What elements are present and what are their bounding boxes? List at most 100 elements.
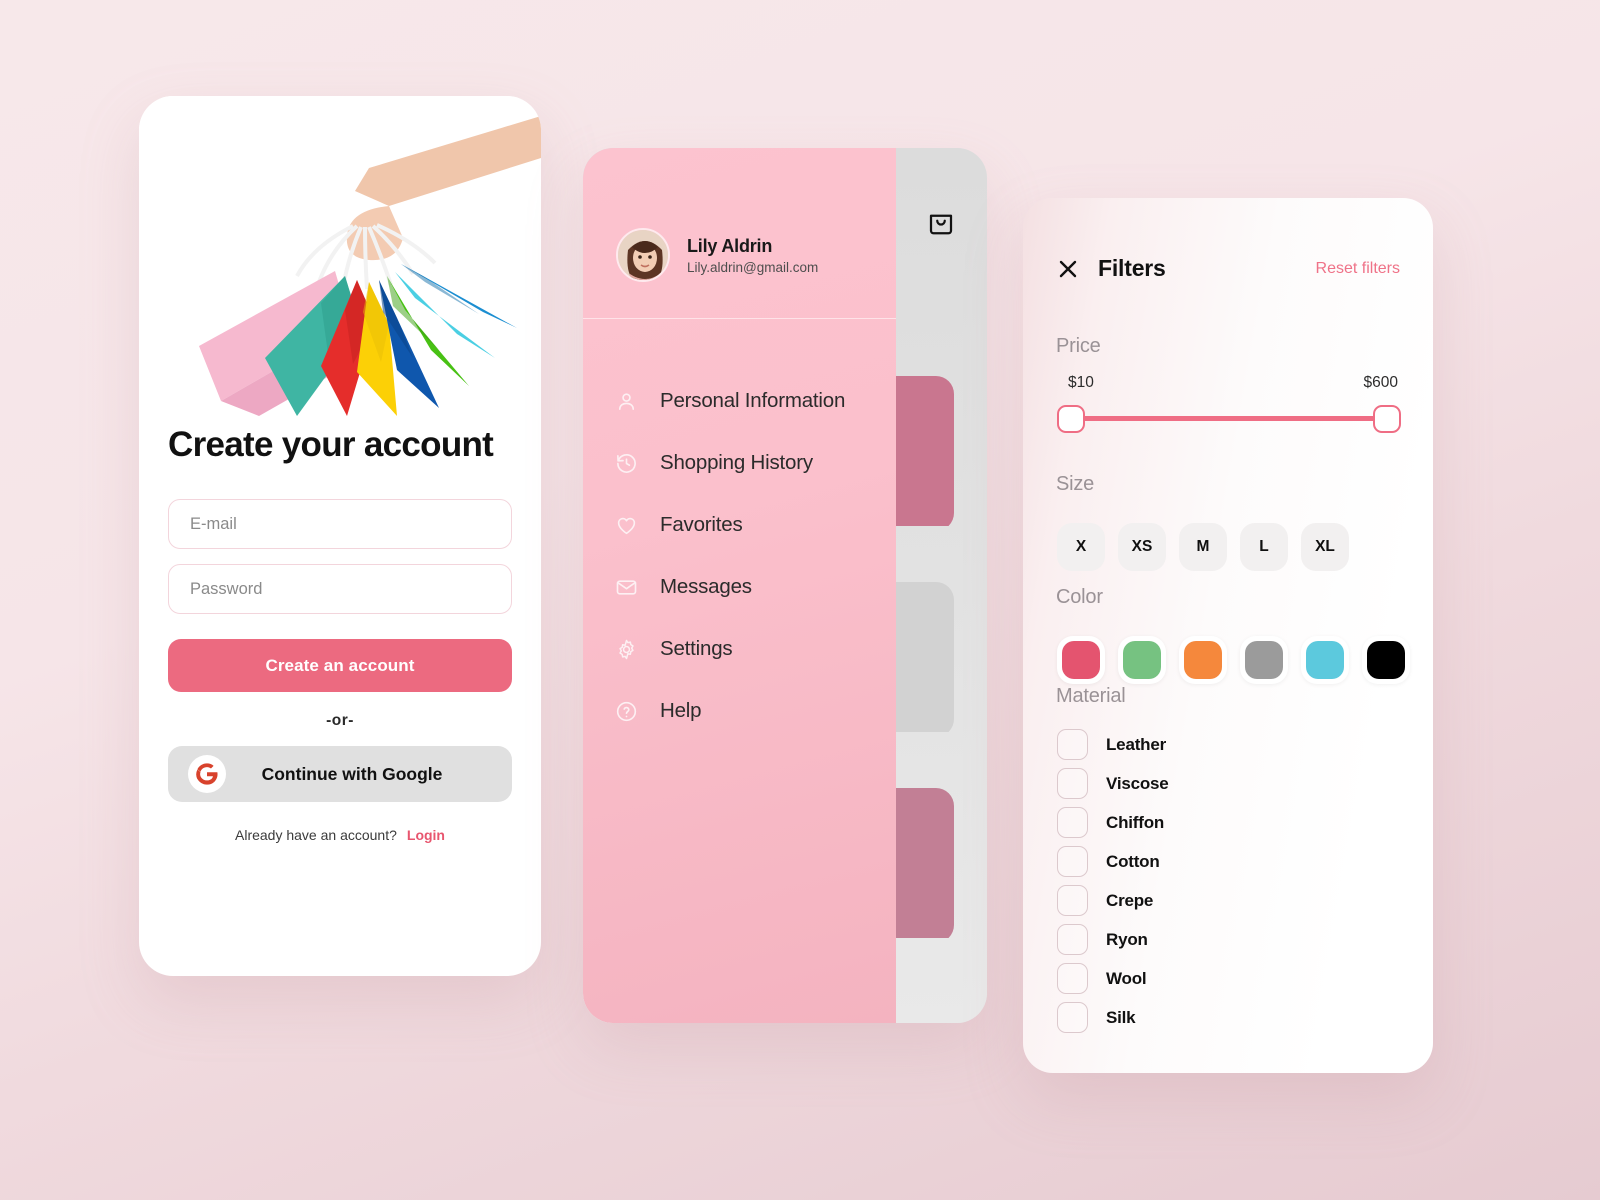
close-icon[interactable]: [1056, 257, 1080, 281]
color-swatch-orange[interactable]: [1179, 636, 1227, 684]
page-title: Create your account: [168, 425, 494, 464]
sidebar-divider: [583, 318, 896, 319]
question-circle-icon: [614, 699, 639, 724]
material-options: Leather Viscose Chiffon Cotton Crepe Ryo…: [1057, 725, 1387, 1037]
sidebar-item-personal-information[interactable]: Personal Information: [614, 370, 896, 432]
sidebar-item-favorites[interactable]: Favorites: [614, 494, 896, 556]
sidebar-item-label: Favorites: [660, 513, 743, 536]
signup-card: Create your account Create an account -o…: [139, 96, 541, 976]
profile-block[interactable]: Lily Aldrin Lily.aldrin@gmail.com: [616, 228, 818, 282]
material-label: Crepe: [1106, 890, 1154, 910]
sidebar-item-settings[interactable]: Settings: [614, 618, 896, 680]
login-prompt: Already have an account? Login: [168, 827, 512, 843]
material-item-silk[interactable]: Silk: [1057, 998, 1387, 1037]
profile-name: Lily Aldrin: [687, 235, 773, 256]
color-swatch-gray[interactable]: [1240, 636, 1288, 684]
color-dot: [1123, 641, 1161, 679]
gear-icon: [614, 637, 639, 662]
color-dot: [1306, 641, 1344, 679]
material-label: Silk: [1106, 1007, 1136, 1027]
slider-track: [1069, 416, 1389, 421]
signup-form: Create your account Create an account -o…: [139, 426, 541, 843]
material-item-viscose[interactable]: Viscose: [1057, 764, 1387, 803]
color-swatch-rose[interactable]: [1057, 636, 1105, 684]
profile-email: Lily.aldrin@gmail.com: [687, 259, 819, 275]
material-label: Chiffon: [1106, 812, 1165, 832]
shopping-bag-icon[interactable]: [919, 200, 963, 244]
color-swatch-cyan[interactable]: [1301, 636, 1349, 684]
sidebar-item-messages[interactable]: Messages: [614, 556, 896, 618]
material-item-crepe[interactable]: Crepe: [1057, 881, 1387, 920]
google-button-label: Continue with Google: [261, 763, 443, 784]
size-options: X XS M L XL: [1057, 523, 1349, 571]
size-chip-xl[interactable]: XL: [1301, 523, 1349, 571]
material-label: Leather: [1106, 734, 1167, 754]
avatar: [616, 228, 670, 282]
checkbox[interactable]: [1057, 924, 1088, 955]
profile-text: Lily Aldrin Lily.aldrin@gmail.com: [687, 236, 818, 275]
size-chip-l[interactable]: L: [1240, 523, 1288, 571]
material-item-chiffon[interactable]: Chiffon: [1057, 803, 1387, 842]
material-item-cotton[interactable]: Cotton: [1057, 842, 1387, 881]
color-dot: [1184, 641, 1222, 679]
or-divider: -or-: [326, 712, 354, 730]
google-g-icon: [188, 755, 226, 794]
price-range-slider[interactable]: [1057, 405, 1401, 433]
checkbox[interactable]: [1057, 846, 1088, 877]
checkbox[interactable]: [1057, 885, 1088, 916]
slider-knob-max[interactable]: [1373, 405, 1401, 433]
email-field[interactable]: [168, 499, 512, 550]
material-item-leather[interactable]: Leather: [1057, 725, 1387, 764]
continue-with-google-button[interactable]: Continue with Google: [168, 746, 512, 803]
shopping-bags-illustration: [139, 96, 541, 416]
color-options: [1057, 636, 1410, 684]
material-section-label: Material: [1056, 685, 1126, 707]
size-chip-x[interactable]: X: [1057, 523, 1105, 571]
reset-filters-button[interactable]: Reset filters: [1316, 260, 1400, 278]
material-label: Viscose: [1106, 773, 1169, 793]
create-account-button[interactable]: Create an account: [168, 639, 512, 693]
have-account-text: Already have an account?: [235, 827, 397, 844]
color-swatch-black[interactable]: [1362, 636, 1410, 684]
heart-icon: [614, 513, 639, 538]
color-section-label: Color: [1056, 586, 1103, 608]
price-section-label: Price: [1056, 335, 1101, 357]
password-field[interactable]: [168, 564, 512, 615]
material-item-wool[interactable]: Wool: [1057, 959, 1387, 998]
material-label: Cotton: [1106, 851, 1160, 871]
material-label: Ryon: [1106, 929, 1148, 949]
history-icon: [614, 451, 639, 476]
price-max-value: $600: [1363, 374, 1398, 391]
sidebar-menu: Personal Information Shopping History Fa…: [614, 370, 896, 742]
filters-header: Filters Reset filters: [1056, 255, 1400, 282]
color-swatch-green[interactable]: [1118, 636, 1166, 684]
envelope-icon: [614, 575, 639, 600]
sidebar-item-label: Messages: [660, 575, 752, 598]
price-min-value: $10: [1068, 374, 1094, 391]
slider-knob-min[interactable]: [1057, 405, 1085, 433]
sidebar-item-label: Shopping History: [660, 451, 813, 474]
material-item-ryon[interactable]: Ryon: [1057, 920, 1387, 959]
color-dot: [1245, 641, 1283, 679]
color-dot: [1367, 641, 1405, 679]
checkbox[interactable]: [1057, 768, 1088, 799]
material-label: Wool: [1106, 968, 1147, 988]
checkbox[interactable]: [1057, 1002, 1088, 1033]
sidebar-item-label: Personal Information: [660, 389, 846, 412]
filters-card: Filters Reset filters Price $10 $600 Siz…: [1023, 198, 1433, 1073]
checkbox[interactable]: [1057, 963, 1088, 994]
account-sidebar: Lily Aldrin Lily.aldrin@gmail.com Person…: [583, 148, 896, 1023]
sidebar-item-help[interactable]: Help: [614, 680, 896, 742]
user-icon: [614, 389, 639, 414]
size-section-label: Size: [1056, 473, 1095, 495]
checkbox[interactable]: [1057, 807, 1088, 838]
price-values: $10 $600: [1068, 374, 1398, 392]
hero-illustration: [139, 96, 541, 416]
size-chip-xs[interactable]: XS: [1118, 523, 1166, 571]
checkbox[interactable]: [1057, 729, 1088, 760]
sidebar-item-shopping-history[interactable]: Shopping History: [614, 432, 896, 494]
color-dot: [1062, 641, 1100, 679]
login-link[interactable]: Login: [407, 827, 445, 843]
size-chip-m[interactable]: M: [1179, 523, 1227, 571]
page-title: Filters: [1098, 255, 1166, 281]
